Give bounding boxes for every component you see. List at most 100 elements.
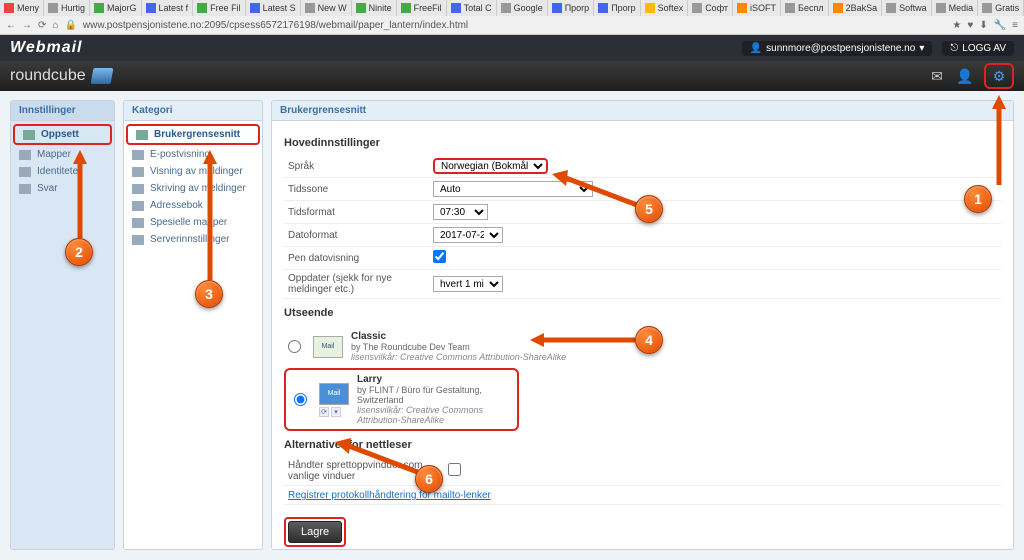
skin-author: by The Roundcube Dev Team — [351, 342, 566, 352]
skin-radio-classic[interactable] — [288, 340, 301, 353]
categories-panel: Kategori Brukergrensesnitt E-postvisning… — [123, 100, 263, 550]
category-item-skriving-meldinger[interactable]: Skriving av meldinger — [124, 180, 262, 197]
settings-panel: Innstillinger Oppsett Mapper Identiteter… — [10, 100, 115, 550]
category-item-spesielle-mapper[interactable]: Spesielle mapper — [124, 214, 262, 231]
category-item-visning-meldinger[interactable]: Visning av meldinger — [124, 163, 262, 180]
browser-chrome: Meny Hurtig MajorG Latest f Free Fil Lat… — [0, 0, 1024, 35]
skin-license: lisensvilkår: Creative Commons Attributi… — [357, 405, 513, 425]
settings-item-identiteter[interactable]: Identiteter — [11, 163, 114, 180]
browser-tab[interactable]: Softex — [641, 0, 689, 16]
category-item-adressebok[interactable]: Adressebok — [124, 197, 262, 214]
browser-tab[interactable]: Total C — [447, 0, 497, 16]
heart-icon[interactable]: ♥ — [967, 20, 973, 31]
browser-tab[interactable]: Meny — [0, 0, 44, 16]
skin-thumbnail: Mail — [313, 336, 343, 358]
main-heading: Hovedinnstillinger — [284, 137, 1001, 149]
browser-tab[interactable]: Gratis — [978, 0, 1024, 16]
annotation-badge-2: 2 — [65, 238, 93, 266]
browser-tab[interactable]: Hurtig — [44, 0, 90, 16]
settings-item-oppsett[interactable]: Oppsett — [13, 124, 112, 145]
annotation-badge-4: 4 — [635, 326, 663, 354]
category-item-brukergrensesnitt[interactable]: Brukergrensesnitt — [126, 124, 260, 145]
save-button[interactable]: Lagre — [288, 521, 342, 543]
browser-tab[interactable]: Coфт — [688, 0, 733, 16]
download-icon[interactable]: ⬇ — [979, 20, 987, 31]
datefmt-label: Datoformat — [284, 224, 429, 247]
browser-tab[interactable]: Пporp — [548, 0, 594, 16]
popup-checkbox[interactable] — [448, 463, 461, 476]
browser-tab[interactable]: iSOFT — [733, 0, 781, 16]
prettydate-label: Pen datovisning — [284, 247, 429, 270]
lang-label: Språk — [284, 155, 429, 178]
browser-tab[interactable]: Latest S — [246, 0, 301, 16]
user-icon: 👤 — [750, 43, 762, 54]
address-bar: ← → ⟳ ⌂ 🔒 www.postpensjonistene.no:2095/… — [0, 16, 1024, 34]
annotation-badge-3: 3 — [195, 280, 223, 308]
register-mailto-link[interactable]: Registrer protokollhåndtering for mailto… — [288, 490, 491, 501]
skin-name: Classic — [351, 331, 566, 342]
skin-license: lisensvilkår: Creative Commons Attributi… — [351, 352, 566, 362]
forward-button[interactable]: → — [22, 20, 32, 31]
lang-select[interactable]: Norwegian (Bokmål) — [433, 158, 548, 174]
skin-heading: Utseende — [284, 307, 1001, 319]
app-body: Innstillinger Oppsett Mapper Identiteter… — [0, 90, 1024, 560]
annotation-badge-6: 6 — [415, 465, 443, 493]
category-item-serverinnstillinger[interactable]: Serverinnstillinger — [124, 231, 262, 248]
refresh-select[interactable]: hvert 1 minutt — [433, 276, 503, 292]
panel-title: Innstillinger — [11, 101, 114, 121]
category-item-epostvisning[interactable]: E-postvisning — [124, 146, 262, 163]
reload-button[interactable]: ⟳ — [38, 20, 46, 31]
timefmt-label: Tidsformat — [284, 201, 429, 224]
webmail-header: Webmail 👤 sunnmore@postpensjonistene.no … — [0, 35, 1024, 61]
roundcube-header: roundcube ✉ 👤 ⚙ — [0, 61, 1024, 91]
user-email: sunnmore@postpensjonistene.no — [766, 43, 915, 54]
browser-tab[interactable]: Пporp — [594, 0, 640, 16]
browser-tab[interactable]: Google — [497, 0, 548, 16]
settings-item-mapper[interactable]: Mapper — [11, 146, 114, 163]
browser-tab[interactable]: 2BakSa — [829, 0, 883, 16]
timefmt-select[interactable]: 07:30 — [433, 204, 488, 220]
browser-heading: Alternativer for nettleser — [284, 439, 1001, 451]
webmail-brand: Webmail — [10, 39, 83, 57]
home-button[interactable]: ⌂ — [52, 20, 58, 31]
settings-item-svar[interactable]: Svar — [11, 180, 114, 197]
gear-icon[interactable]: ⚙ — [990, 67, 1008, 85]
browser-tab[interactable]: New W — [301, 0, 352, 16]
browser-tab[interactable]: Media — [932, 0, 979, 16]
mail-icon[interactable]: ✉ — [928, 67, 946, 85]
logout-icon: ⎋ — [950, 43, 958, 54]
menu-icon[interactable]: ≡ — [1012, 20, 1018, 31]
browser-tab[interactable]: Ninite — [352, 0, 397, 16]
url-field[interactable]: www.postpensjonistene.no:2095/cpsess6572… — [83, 20, 947, 31]
browser-tab[interactable]: Latest f — [142, 0, 194, 16]
user-menu[interactable]: 👤 sunnmore@postpensjonistene.no ▾ — [742, 41, 933, 56]
browser-tab[interactable]: MajorG — [90, 0, 142, 16]
tz-select[interactable]: Auto — [433, 181, 593, 197]
skin-author: by FLINT / Büro für Gestaltung, Switzerl… — [357, 385, 513, 405]
bookmark-icon[interactable]: ★ — [952, 20, 961, 31]
browser-tab[interactable]: Free Fil — [193, 0, 246, 16]
datefmt-select[interactable]: 2017-07-24 — [433, 227, 503, 243]
back-button[interactable]: ← — [6, 20, 16, 31]
skin-radio-larry[interactable] — [294, 393, 307, 406]
skin-thumbnail: Mail — [319, 383, 349, 405]
browser-tab[interactable]: Бecпл — [781, 0, 829, 16]
caret-down-icon: ▾ — [919, 43, 924, 54]
panel-title: Kategori — [124, 101, 262, 121]
annotation-badge-5: 5 — [635, 195, 663, 223]
skin-name: Larry — [357, 374, 513, 385]
refresh-label: Oppdater (sjekk for nye meldinger etc.) — [284, 270, 429, 299]
annotation-badge-1: 1 — [964, 185, 992, 213]
logout-button[interactable]: ⎋ LOGG AV — [942, 41, 1014, 56]
user-icon[interactable]: 👤 — [956, 67, 974, 85]
browser-tab[interactable]: FreeFil — [397, 0, 447, 16]
tz-label: Tidssone — [284, 178, 429, 201]
roundcube-brand: roundcube — [10, 67, 112, 85]
content-title: Brukergrensesnitt — [272, 101, 1013, 121]
extension-icon[interactable]: 🔧 — [994, 20, 1006, 31]
browser-tab[interactable]: Softwa — [882, 0, 932, 16]
skin-option-larry[interactable]: Mail ⟳▾ Larry by FLINT / Büro für Gestal… — [284, 368, 519, 431]
cube-icon — [90, 68, 113, 84]
prettydate-checkbox[interactable] — [433, 250, 446, 263]
browser-tab-strip: Meny Hurtig MajorG Latest f Free Fil Lat… — [0, 0, 1024, 16]
